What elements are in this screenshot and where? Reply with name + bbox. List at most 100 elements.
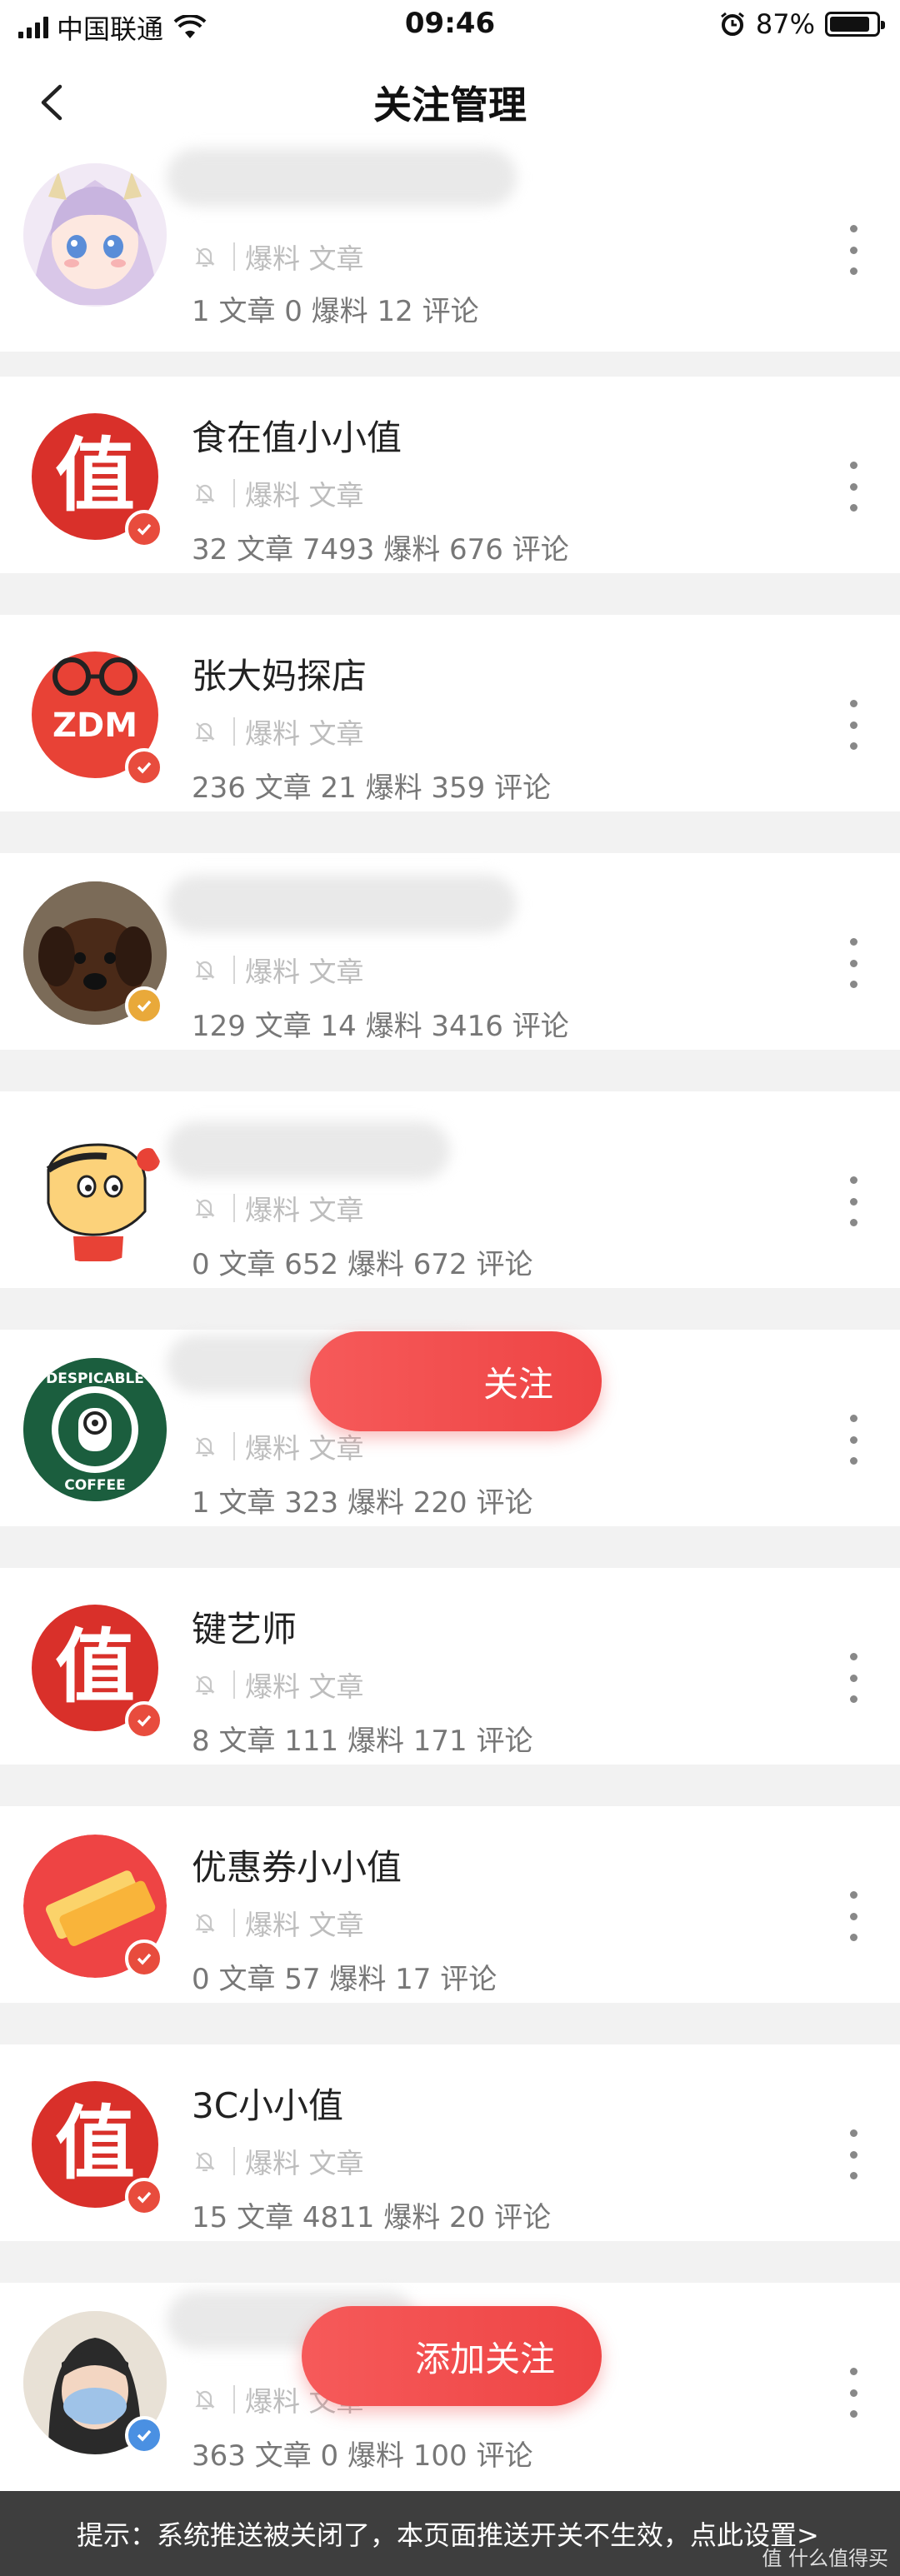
bell-off-icon — [195, 247, 215, 267]
list-item[interactable]: 爆料 文章 0 文章 652 爆料 672 评论 — [0, 1091, 900, 1288]
bell-off-icon — [195, 961, 215, 981]
check-icon — [137, 2429, 152, 2442]
verified-badge — [125, 2416, 163, 2454]
meta-row: 爆料 文章 — [192, 237, 364, 277]
list-item[interactable]: 值 键艺师 爆料 文章 8 文章 111 爆料 171 评论 — [0, 1568, 900, 1765]
svg-text:值: 值 — [55, 2096, 135, 2190]
more-options-button[interactable] — [843, 1415, 863, 1465]
anime-girl-avatar-icon — [23, 163, 167, 307]
more-options-button[interactable] — [843, 938, 863, 988]
check-icon — [137, 1000, 152, 1012]
user-name: 张大妈探店 — [192, 656, 368, 696]
stats-text: 129 文章 14 爆料 3416 评论 — [192, 1010, 569, 1043]
list-item[interactable]: 值 3C小小值 爆料 文章 15 文章 4811 爆料 20 评论 — [0, 2044, 900, 2241]
more-options-button[interactable] — [843, 1176, 863, 1226]
crayon-shin-icon — [23, 1120, 167, 1263]
more-options-button[interactable] — [843, 2368, 863, 2418]
tags-label: 爆料 文章 — [245, 2147, 364, 2179]
meta-row: 爆料 文章 — [192, 950, 364, 990]
verified-badge — [125, 2178, 163, 2216]
battery-icon — [825, 12, 885, 37]
stats-text: 15 文章 4811 爆料 20 评论 — [192, 2201, 552, 2234]
check-icon — [137, 1715, 152, 1727]
svg-text:值: 值 — [55, 428, 135, 522]
stats-text: 363 文章 0 爆料 100 评论 — [192, 2439, 533, 2473]
meta-row: 爆料 文章 — [192, 473, 364, 513]
meta-row: 爆料 文章 — [192, 1188, 364, 1228]
tags-label: 爆料 文章 — [245, 242, 364, 275]
bell-off-icon — [195, 1199, 215, 1219]
list-item[interactable]: 优惠券小小值 爆料 文章 0 文章 57 爆料 17 评论 — [0, 1806, 900, 2003]
tags-label: 爆料 文章 — [245, 1909, 364, 1941]
despicable-coffee-icon: DESPICABLE COFFEE — [23, 1358, 167, 1501]
list-item[interactable]: 爆料 文章 1 文章 0 爆料 12 评论 — [0, 148, 900, 352]
tags-label: 爆料 文章 — [245, 1670, 364, 1703]
check-icon — [137, 1953, 152, 1965]
user-name: 食在值小小值 — [192, 417, 402, 458]
verified-badge — [125, 748, 163, 786]
meta-row: 爆料 文章 — [192, 1665, 364, 1705]
more-options-button[interactable] — [843, 462, 863, 512]
svg-text:DESPICABLE: DESPICABLE — [46, 1370, 144, 1387]
push-settings-banner[interactable]: 提示：系统推送被关闭了，本页面推送开关不生效，点此设置> 值 什么值得买 — [0, 2491, 900, 2576]
svg-text:ZDM: ZDM — [52, 706, 138, 745]
user-name: 3C小小值 — [192, 2085, 344, 2126]
stats-text: 236 文章 21 爆料 359 评论 — [192, 771, 552, 805]
tags-label: 爆料 文章 — [245, 1432, 364, 1465]
avatar — [23, 163, 167, 307]
name-blur — [167, 148, 517, 207]
more-options-button[interactable] — [843, 225, 863, 275]
battery-percent: 87% — [755, 8, 815, 40]
check-icon — [137, 761, 152, 774]
bell-off-icon — [195, 484, 215, 504]
bell-off-icon — [195, 1914, 215, 1934]
verified-badge — [125, 510, 163, 548]
add-follow-button-label: 添加关注 — [414, 2338, 555, 2379]
bell-off-icon — [195, 1437, 215, 1457]
stats-text: 0 文章 652 爆料 672 评论 — [192, 1248, 533, 1281]
check-icon — [137, 2191, 152, 2204]
user-name: 键艺师 — [192, 1609, 298, 1650]
bell-off-icon — [195, 722, 215, 742]
stats-text: 1 文章 0 爆料 12 评论 — [192, 295, 479, 328]
status-right: 87% — [719, 8, 885, 40]
banner-text: 提示：系统推送被关闭了，本页面推送开关不生效，点此设置> — [77, 2519, 819, 2551]
list-item[interactable]: 爆料 文章 129 文章 14 爆料 3416 评论 — [0, 853, 900, 1050]
add-follow-button[interactable]: 添加关注 — [302, 2306, 602, 2406]
nav-bar: 关注管理 — [0, 50, 900, 155]
more-options-button[interactable] — [843, 700, 863, 750]
list-item[interactable]: ZDM 张大妈探店 爆料 文章 236 文章 21 爆料 359 评论 — [0, 615, 900, 811]
list-item[interactable]: 值 食在值小小值 爆料 文章 32 文章 7493 爆料 676 评论 — [0, 377, 900, 573]
meta-row: 爆料 文章 — [192, 1426, 364, 1466]
meta-row: 爆料 文章 — [192, 1903, 364, 1943]
name-blur — [167, 875, 517, 933]
bell-off-icon — [195, 2152, 215, 2172]
user-name: 优惠券小小值 — [192, 1847, 402, 1888]
more-options-button[interactable] — [843, 1653, 863, 1703]
meta-row: 爆料 文章 — [192, 2141, 364, 2181]
status-bar: 中国联通 09:46 87% — [0, 0, 900, 50]
stats-text: 32 文章 7493 爆料 676 评论 — [192, 533, 569, 567]
stats-text: 1 文章 323 爆料 220 评论 — [192, 1486, 533, 1520]
more-options-button[interactable] — [843, 2129, 863, 2179]
check-icon — [137, 523, 152, 536]
alarm-icon — [720, 12, 744, 36]
stats-text: 8 文章 111 爆料 171 评论 — [192, 1725, 533, 1758]
avatar: DESPICABLE COFFEE — [23, 1358, 167, 1501]
follow-button[interactable]: 关注 — [310, 1331, 602, 1431]
page-title: 关注管理 — [373, 82, 527, 127]
tags-label: 爆料 文章 — [245, 479, 364, 512]
watermark: 值 什么值得买 — [762, 2547, 888, 2570]
avatar — [23, 1120, 167, 1263]
verified-badge — [125, 986, 163, 1025]
more-options-button[interactable] — [843, 1891, 863, 1941]
tags-label: 爆料 文章 — [245, 717, 364, 750]
bell-off-icon — [195, 1675, 215, 1695]
stats-text: 0 文章 57 爆料 17 评论 — [192, 1963, 498, 1996]
bell-off-icon — [195, 2390, 215, 2410]
svg-text:值: 值 — [55, 1620, 135, 1714]
follow-button-label: 关注 — [482, 1363, 553, 1405]
verified-badge — [125, 1701, 163, 1740]
tags-label: 爆料 文章 — [245, 956, 364, 988]
verified-badge — [125, 1939, 163, 1978]
